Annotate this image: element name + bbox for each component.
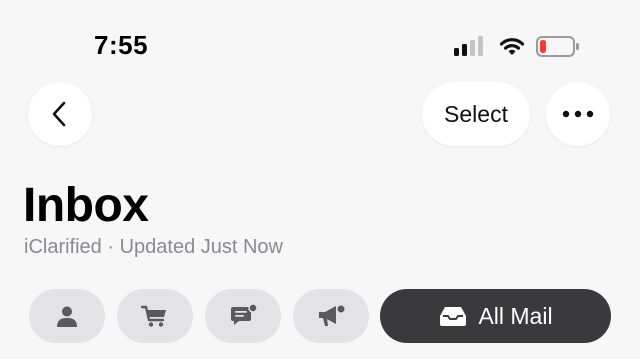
status-icons <box>452 34 587 58</box>
category-transactions-chip[interactable] <box>117 289 193 343</box>
tray-icon <box>440 307 467 326</box>
all-mail-label: All Mail <box>478 302 553 329</box>
wifi-icon <box>499 38 525 55</box>
mailbox-subtitle: iClarified · Updated Just Now <box>24 236 283 258</box>
category-promotions-chip[interactable] <box>293 289 369 343</box>
person-icon <box>57 306 77 327</box>
battery-low-icon <box>536 36 579 57</box>
select-button[interactable]: Select <box>422 82 530 146</box>
more-button[interactable] <box>546 82 610 146</box>
message-badge-icon <box>231 303 258 325</box>
megaphone-icon <box>319 305 345 326</box>
chevron-left-icon <box>52 101 66 127</box>
cart-icon <box>141 305 166 327</box>
ellipsis-icon <box>562 110 594 118</box>
status-time: 7:55 <box>94 30 149 60</box>
page-title: Inbox <box>23 179 149 232</box>
category-primary-chip[interactable] <box>29 289 105 343</box>
category-updates-chip[interactable] <box>205 289 281 343</box>
all-mail-chip[interactable]: All Mail <box>380 289 611 343</box>
cellular-signal-icon <box>454 34 488 58</box>
back-button[interactable] <box>28 82 92 146</box>
